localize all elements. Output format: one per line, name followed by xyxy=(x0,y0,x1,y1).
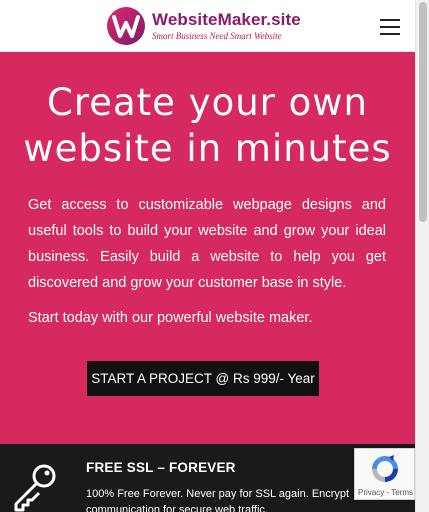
recaptcha-privacy-link[interactable]: Privacy xyxy=(358,488,384,497)
recaptcha-badge[interactable]: Privacy - Terms xyxy=(354,448,415,500)
menu-bar xyxy=(380,26,400,28)
hero-cta-text: Start today with our powerful website ma… xyxy=(28,310,313,326)
hamburger-menu-icon[interactable] xyxy=(380,16,402,36)
hero-description: Get access to customizable webpage desig… xyxy=(28,197,386,291)
menu-bar xyxy=(380,33,400,35)
page: WebsiteMaker.site Smart Business Need Sm… xyxy=(0,0,429,512)
hero-title: Create your own website in minutes xyxy=(0,80,415,172)
hero-title-line1: Create your own xyxy=(46,81,368,124)
recaptcha-links: Privacy - Terms xyxy=(355,488,416,497)
brand-text: WebsiteMaker.site Smart Business Need Sm… xyxy=(152,11,301,41)
brand-name: WebsiteMaker.site xyxy=(152,10,301,29)
hero-title-line2: website in minutes xyxy=(23,127,392,170)
recaptcha-icon xyxy=(372,455,398,482)
brand-logo[interactable]: WebsiteMaker.site Smart Business Need Sm… xyxy=(106,5,316,47)
brand-logo-mark-icon xyxy=(107,7,145,45)
page-scrollbar[interactable] xyxy=(415,0,429,512)
scrollbar-thumb[interactable] xyxy=(419,2,427,222)
key-icon xyxy=(14,464,56,512)
menu-bar xyxy=(380,19,400,21)
feature-ssl: FREE SSL – FOREVER 100% Free Forever. Ne… xyxy=(0,444,415,512)
recaptcha-terms-link[interactable]: Terms xyxy=(391,488,413,497)
start-project-button[interactable]: START A PROJECT @ Rs 999/- Year xyxy=(87,361,319,396)
feature-description: 100% Free Forever. Never pay for SSL aga… xyxy=(86,488,350,512)
site-header: WebsiteMaker.site Smart Business Need Sm… xyxy=(0,0,415,52)
brand-tagline: Smart Business Need Smart Website xyxy=(152,31,282,41)
feature-title: FREE SSL – FOREVER xyxy=(86,460,236,475)
hero-section: Create your own website in minutes Get a… xyxy=(0,52,415,444)
